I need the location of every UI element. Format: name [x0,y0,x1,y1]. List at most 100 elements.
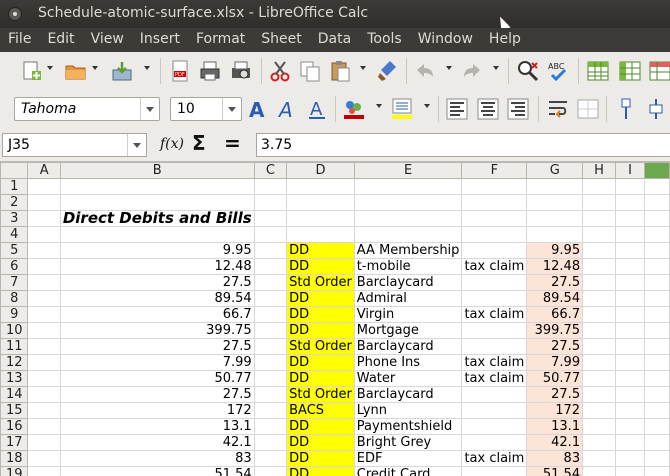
cell-c[interactable] [253,322,288,339]
cell-b[interactable] [59,178,255,195]
rows-icon[interactable] [586,59,610,83]
cell-i[interactable] [614,370,646,387]
name-box[interactable]: J35 [2,133,147,157]
undo-dropdown-icon[interactable] [446,66,452,70]
cell-d[interactable]: DD [286,242,355,259]
export-pdf-icon[interactable]: PDF [168,59,192,83]
cell-g[interactable]: 66.7 [526,306,584,323]
paste-dropdown-icon[interactable] [360,66,366,70]
cell-j[interactable] [644,306,670,323]
column-header-C[interactable]: C [253,162,288,179]
cell-f[interactable] [461,434,528,451]
cell-f[interactable] [461,226,528,243]
cell-e[interactable]: Water [353,370,463,387]
background-color-dropdown-icon[interactable] [376,104,382,108]
wrap-text-icon[interactable] [546,97,570,121]
cell-h[interactable] [582,178,616,195]
cell-d[interactable]: DD [286,466,355,476]
cell-e[interactable]: EDF [353,450,463,467]
cell-d[interactable]: DD [286,418,355,435]
row-header[interactable]: 8 [0,290,29,307]
cell-c[interactable] [253,402,288,419]
column-header-I[interactable]: I [614,162,646,179]
cell-g[interactable]: 399.75 [526,322,584,339]
cell-d[interactable]: DD [286,434,355,451]
cell-j[interactable] [644,466,670,476]
cell-d[interactable] [286,226,355,243]
menu-data[interactable]: Data [310,28,359,52]
row-header[interactable]: 13 [0,370,29,387]
cell-a[interactable] [27,338,61,355]
cell-c[interactable] [253,306,288,323]
cell-j[interactable] [644,178,670,195]
formula-input[interactable]: 3.75 [256,133,670,157]
cell-a[interactable] [27,450,61,467]
cell-b[interactable] [59,194,255,211]
print-icon[interactable] [198,59,222,83]
cell-g[interactable]: 12.48 [526,258,584,275]
cell-j[interactable] [644,354,670,371]
menu-format[interactable]: Format [188,28,253,52]
row-header[interactable]: 4 [0,226,29,243]
cell-f[interactable]: tax claim [461,306,528,323]
cell-a[interactable] [27,194,61,211]
cell-b[interactable]: 42.1 [59,434,255,451]
cell-a[interactable] [27,402,61,419]
cell-i[interactable] [614,290,646,307]
cell-h[interactable] [582,274,616,291]
cell-j[interactable] [644,274,670,291]
cell-c[interactable] [253,178,288,195]
cell-c[interactable] [253,434,288,451]
cell-d[interactable]: Std Order [286,386,355,403]
cell-h[interactable] [582,354,616,371]
cell-f[interactable] [461,466,528,476]
cell-a[interactable] [27,434,61,451]
cell-f[interactable] [461,386,528,403]
cell-f[interactable] [461,322,528,339]
row-header[interactable]: 15 [0,402,29,419]
cell-e[interactable]: Credit Card [353,466,463,476]
row-header[interactable]: 5 [0,242,29,259]
cell-e[interactable]: Bright Grey [353,434,463,451]
cell-d[interactable]: DD [286,258,355,275]
open-folder-icon[interactable] [64,59,88,83]
cell-e[interactable] [353,194,463,211]
cell-b[interactable]: 399.75 [59,322,255,339]
cell-g[interactable] [526,210,584,227]
menu-tools[interactable]: Tools [359,28,410,52]
bold-icon[interactable]: A [244,97,268,121]
row-header[interactable]: 12 [0,354,29,371]
cell-a[interactable] [27,210,61,227]
cell-d[interactable] [286,194,355,211]
cell-b[interactable]: 27.5 [59,274,255,291]
cell-g[interactable] [526,194,584,211]
cell-h[interactable] [582,210,616,227]
merge-cells-icon[interactable] [576,97,600,121]
cell-d[interactable]: DD [286,354,355,371]
cell-i[interactable] [614,338,646,355]
cell-g[interactable] [526,178,584,195]
spelling-icon[interactable]: ABC [546,59,570,83]
cell-f[interactable] [461,194,528,211]
column-header-F[interactable]: F [461,162,528,179]
freeze-icon[interactable] [648,59,670,83]
cell-g[interactable]: 42.1 [526,434,584,451]
find-replace-icon[interactable] [516,59,540,83]
background-color-icon[interactable] [342,97,366,121]
cell-j[interactable] [644,242,670,259]
column-header-H[interactable]: H [582,162,616,179]
cell-i[interactable] [614,354,646,371]
cell-i[interactable] [614,178,646,195]
menu-edit[interactable]: Edit [39,28,82,52]
cell-c[interactable] [253,386,288,403]
cell-f[interactable] [461,178,528,195]
cell-c[interactable] [253,370,288,387]
function-wizard-icon[interactable]: f(x) [160,136,184,152]
cell-i[interactable] [614,258,646,275]
cell-j[interactable] [644,434,670,451]
cell-g[interactable] [526,226,584,243]
cell-i[interactable] [614,242,646,259]
cell-table[interactable]: ABCDEFGHI 1 2 3 Direct Debits and Bills 4 5 9.… [0,162,670,476]
cell-h[interactable] [582,194,616,211]
font-name-dropdown-icon[interactable] [140,98,159,120]
